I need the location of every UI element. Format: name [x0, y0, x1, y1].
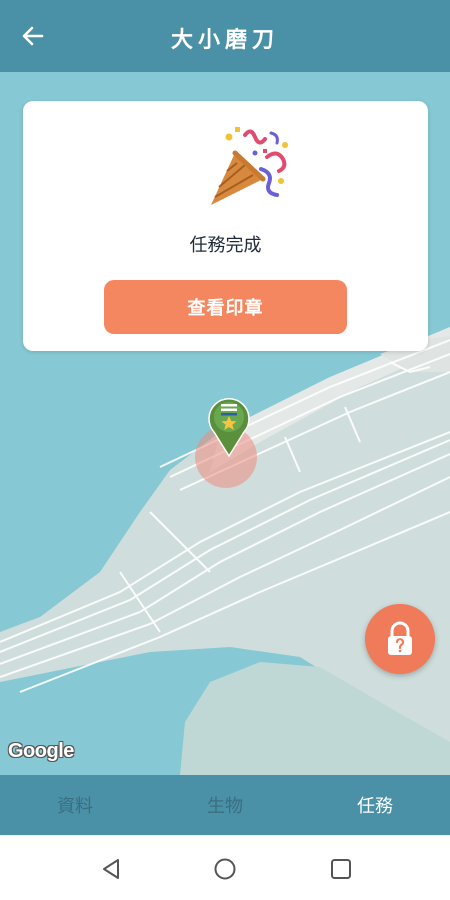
triangle-back-icon[interactable]: [98, 856, 124, 882]
task-complete-card: 任務完成 查看印章: [23, 101, 428, 351]
google-attribution: Google: [8, 740, 74, 762]
task-complete-message: 任務完成: [189, 235, 262, 256]
party-popper-icon: [211, 127, 288, 205]
circle-home-icon[interactable]: [212, 856, 238, 882]
square-recents-icon[interactable]: [328, 856, 354, 882]
lock-question-icon: [388, 621, 412, 655]
app-bar: 大小磨刀: [0, 0, 450, 72]
tab-tasks[interactable]: 任務: [300, 775, 450, 835]
page-title: 大小磨刀: [170, 28, 279, 53]
view-stamp-button[interactable]: 查看印章: [104, 280, 347, 334]
star-pin-icon[interactable]: [206, 394, 252, 458]
map-view[interactable]: 任務完成 查看印章 Google: [0, 72, 450, 775]
bottom-navigation: 資料 生物 任務: [0, 775, 450, 835]
tab-creatures[interactable]: 生物: [150, 775, 300, 835]
lock-hint-button[interactable]: [365, 604, 435, 674]
tab-info[interactable]: 資料: [0, 775, 150, 835]
system-navigation-bar: [0, 835, 450, 900]
